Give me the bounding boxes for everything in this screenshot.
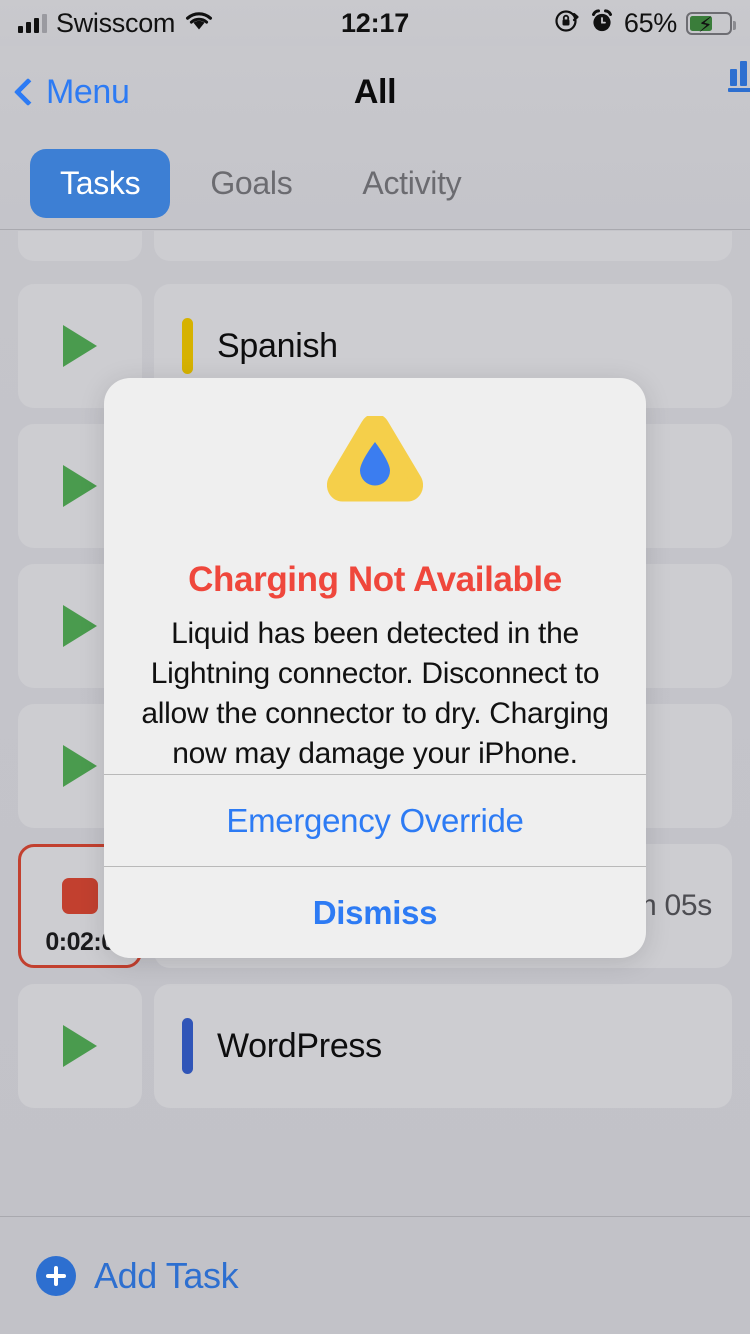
alert-content: Charging Not Available Liquid has been d… (104, 378, 646, 774)
navigation-bar: Menu All (0, 46, 750, 138)
dismiss-button[interactable]: Dismiss (104, 866, 646, 958)
play-icon (63, 745, 97, 787)
play-button[interactable] (18, 984, 142, 1108)
back-button[interactable]: Menu (0, 72, 130, 112)
rotation-lock-icon (554, 8, 580, 39)
status-bar-right: 65% ⚡ (409, 7, 736, 39)
alarm-clock-icon (589, 8, 615, 39)
table-row[interactable]: WordPress (0, 984, 750, 1108)
plus-circle-icon (36, 1255, 76, 1296)
status-bar-center: 12:17 (341, 8, 409, 39)
back-button-label: Menu (46, 72, 130, 111)
battery-charging-icon: ⚡ (686, 11, 736, 37)
tab-goals[interactable]: Goals (180, 149, 322, 218)
status-bar-left: Swisscom (18, 8, 341, 39)
signal-bars-icon (18, 13, 47, 33)
phone-screen: Swisscom 12:17 65% ⚡ Menu All Tasks Goal… (0, 0, 750, 1334)
tab-tasks[interactable]: Tasks (30, 149, 171, 218)
task-name: Spanish (217, 326, 338, 365)
play-icon (63, 465, 97, 507)
carrier-label: Swisscom (56, 7, 176, 38)
play-icon (63, 1025, 97, 1067)
chevron-left-icon (13, 77, 43, 107)
emergency-override-button[interactable]: Emergency Override (104, 774, 646, 866)
task-color-bar (182, 318, 193, 374)
alert-message: Liquid has been detected in the Lightnin… (141, 617, 609, 770)
task-body[interactable] (154, 231, 732, 261)
charging-not-available-alert: Charging Not Available Liquid has been d… (104, 378, 646, 958)
play-icon (63, 325, 97, 367)
task-name: WordPress (217, 1026, 382, 1065)
segment-tabs: Tasks Goals Activity (0, 138, 750, 230)
task-color-bar (182, 1018, 193, 1074)
wifi-icon (184, 10, 214, 37)
play-button[interactable] (18, 231, 142, 261)
table-row[interactable] (0, 231, 750, 261)
clock-label: 12:17 (340, 7, 410, 38)
liquid-detected-warning-icon (326, 413, 424, 502)
battery-percent-label: 65% (623, 7, 677, 38)
add-task-label: Add Task (94, 1254, 239, 1296)
play-icon (63, 605, 97, 647)
stop-icon (62, 878, 98, 914)
alert-title: Charging Not Available (188, 560, 562, 599)
add-task-button[interactable]: Add Task (0, 1216, 750, 1334)
task-body[interactable]: WordPress (154, 984, 732, 1108)
tab-activity[interactable]: Activity (332, 149, 491, 218)
status-bar: Swisscom 12:17 65% ⚡ (0, 0, 750, 46)
